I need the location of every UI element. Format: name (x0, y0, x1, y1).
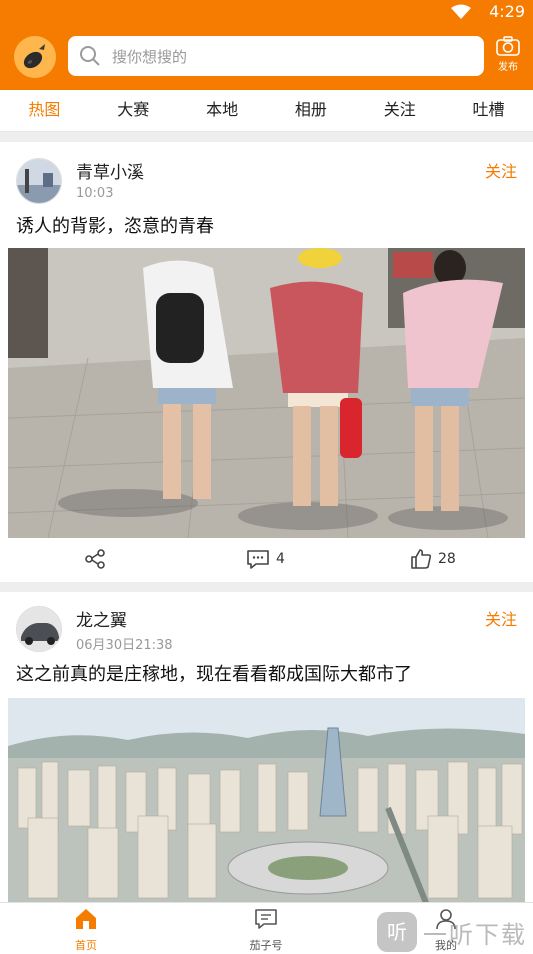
share-icon (85, 549, 105, 569)
post-time: 06月30日21:38 (76, 638, 173, 653)
tab-album[interactable]: 相册 (266, 90, 355, 131)
tab-complaints[interactable]: 吐槽 (444, 90, 533, 131)
status-bar: 4:29 (0, 0, 533, 24)
avatar[interactable] (16, 158, 62, 204)
top-bar: 搜你想搜的 发布 (0, 24, 533, 90)
street-photo (8, 248, 525, 538)
nav-home[interactable]: 首页 (46, 907, 126, 953)
publish-label: 发布 (498, 62, 518, 73)
message-icon (255, 909, 277, 929)
eggplant-icon (14, 36, 56, 78)
post-card: 青草小溪 10:03 关注 诱人的背影，恣意的青春 4 28 (0, 142, 533, 582)
author-name[interactable]: 龙之翼 (76, 606, 127, 631)
app-logo[interactable] (14, 36, 56, 78)
post-text: 诱人的背影，恣意的青春 (16, 216, 214, 237)
comment-button[interactable]: 4 (246, 548, 285, 570)
post-time: 10:03 (76, 186, 114, 201)
nav-eggplant-account[interactable]: 茄子号 (226, 907, 306, 953)
watermark: 听 一听下载 (377, 912, 527, 952)
search-icon (80, 46, 100, 66)
home-icon (76, 909, 96, 929)
post-image[interactable] (8, 248, 525, 538)
avatar-image (17, 607, 61, 651)
post-card: 龙之翼 06月30日21:38 关注 这之前真的是庄稼地，现在看看都成国际大都市… (0, 592, 533, 902)
tab-hot[interactable]: 热图 (0, 90, 89, 131)
wifi-icon (451, 4, 471, 19)
tab-local[interactable]: 本地 (178, 90, 267, 131)
camera-icon (496, 36, 520, 56)
post-text: 这之前真的是庄稼地，现在看看都成国际大都市了 (16, 664, 412, 685)
comment-count: 4 (276, 551, 285, 567)
post-image[interactable] (8, 698, 525, 902)
publish-button[interactable]: 发布 (491, 36, 525, 80)
nav-eggplant-label: 茄子号 (249, 939, 283, 952)
city-photo (8, 698, 525, 902)
like-button[interactable]: 28 (410, 548, 456, 570)
follow-button[interactable]: 关注 (485, 606, 517, 630)
search-placeholder: 搜你想搜的 (112, 48, 188, 66)
comment-icon (247, 550, 269, 569)
share-button[interactable] (84, 548, 106, 570)
thumbs-up-icon (411, 549, 432, 569)
status-time: 4:29 (489, 2, 525, 21)
author-name[interactable]: 青草小溪 (76, 158, 144, 183)
tab-contest[interactable]: 大赛 (89, 90, 178, 131)
avatar[interactable] (16, 606, 62, 652)
like-count: 28 (438, 551, 456, 567)
watermark-logo: 听 (377, 912, 417, 952)
nav-home-label: 首页 (75, 939, 97, 952)
tab-following[interactable]: 关注 (355, 90, 444, 131)
category-tabs: 热图 大赛 本地 相册 关注 吐槽 (0, 90, 533, 132)
watermark-text: 一听下载 (423, 920, 527, 949)
post-actions: 4 28 (0, 542, 533, 582)
avatar-image (17, 159, 61, 203)
follow-button[interactable]: 关注 (485, 158, 517, 182)
search-input[interactable]: 搜你想搜的 (68, 36, 484, 76)
